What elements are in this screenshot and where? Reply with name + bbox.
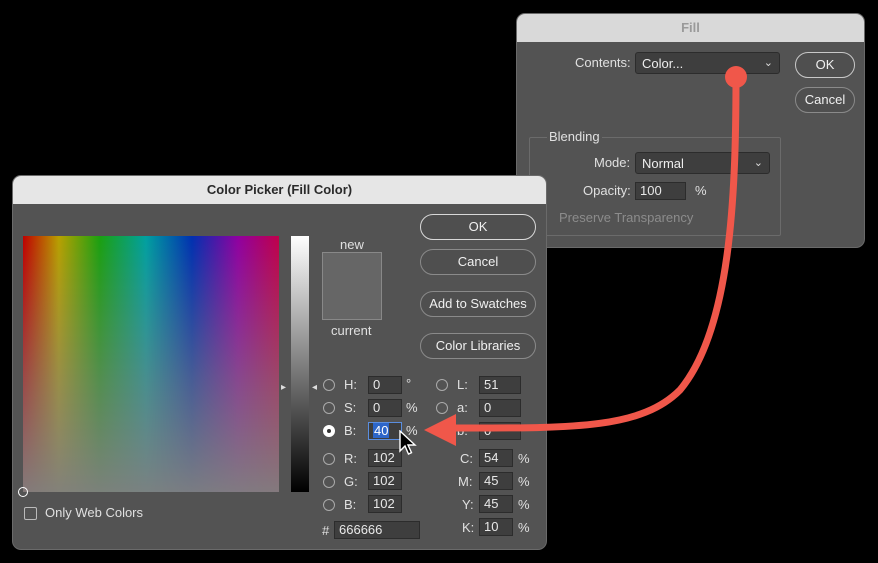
fill-ok-button[interactable]: OK: [795, 52, 855, 78]
only-web-colors-label: Only Web Colors: [45, 505, 144, 520]
only-web-colors-checkbox[interactable]: [24, 507, 37, 520]
add-to-swatches-button[interactable]: Add to Swatches: [420, 291, 536, 317]
b-radio[interactable]: [323, 425, 335, 437]
opacity-label: Opacity:: [583, 183, 631, 198]
c-label: C:: [460, 451, 473, 466]
blue-label: B:: [344, 497, 357, 512]
y-input[interactable]: 45: [479, 495, 513, 513]
lab-b-input[interactable]: 0: [479, 422, 521, 440]
contents-select-value: Color...: [642, 56, 684, 71]
new-color-swatch: [322, 252, 382, 285]
color-picker-title: Color Picker (Fill Color): [13, 176, 546, 204]
m-label: M:: [458, 474, 473, 489]
color-field[interactable]: [18, 236, 279, 497]
m-unit: %: [518, 474, 530, 489]
r-radio[interactable]: [323, 453, 335, 465]
m-input[interactable]: 45: [479, 472, 513, 490]
g-input[interactable]: 102: [368, 472, 402, 490]
c-input[interactable]: 54: [479, 449, 513, 467]
current-label: current: [331, 323, 372, 338]
opacity-unit: %: [695, 183, 707, 198]
chevron-down-icon: ⌄: [763, 57, 773, 69]
color-libraries-button[interactable]: Color Libraries: [420, 333, 536, 359]
mouse-cursor-icon: [399, 430, 417, 455]
s-input[interactable]: 0: [368, 399, 402, 417]
chevron-down-icon: ⌄: [753, 157, 763, 169]
b-label: B:: [344, 423, 357, 438]
a-input[interactable]: 0: [479, 399, 521, 417]
c-unit: %: [518, 451, 530, 466]
picker-cancel-button[interactable]: Cancel: [420, 249, 536, 275]
hex-label: #: [322, 523, 330, 538]
fill-cancel-button[interactable]: Cancel: [795, 87, 855, 113]
fill-dialog-title: Fill: [517, 14, 864, 42]
lab-b-radio[interactable]: [436, 425, 448, 437]
brightness-slider[interactable]: [291, 236, 309, 492]
mode-select[interactable]: Normal ⌄: [635, 152, 770, 174]
g-radio[interactable]: [323, 476, 335, 488]
mode-label: Mode:: [594, 155, 631, 170]
a-radio[interactable]: [436, 402, 448, 414]
new-label: new: [340, 237, 364, 252]
s-radio[interactable]: [323, 402, 335, 414]
mode-select-value: Normal: [642, 156, 684, 171]
l-radio[interactable]: [436, 379, 448, 391]
slider-left-handle-icon[interactable]: ▸: [281, 382, 286, 393]
opacity-input[interactable]: 100: [635, 182, 686, 200]
h-label: H:: [344, 377, 357, 392]
b-input-selection: 40: [373, 423, 390, 438]
preserve-transparency-label: Preserve Transparency: [559, 210, 694, 225]
a-label: a:: [457, 400, 468, 415]
color-field-marker[interactable]: [18, 487, 28, 497]
blue-input[interactable]: 102: [368, 495, 402, 513]
r-label: R:: [344, 451, 357, 466]
l-input[interactable]: 51: [479, 376, 521, 394]
fill-dialog: Fill Contents: Color... ⌄ OK Cancel Blen…: [517, 14, 864, 247]
lab-b-label: b:: [457, 423, 468, 438]
l-label: L:: [457, 377, 468, 392]
current-color-swatch[interactable]: [322, 285, 382, 320]
contents-select[interactable]: Color... ⌄: [635, 52, 780, 74]
y-label: Y:: [462, 497, 474, 512]
h-input[interactable]: 0: [368, 376, 402, 394]
r-input[interactable]: 102: [368, 449, 402, 467]
color-picker-dialog: Color Picker (Fill Color) ▸ ◂ new curren…: [13, 176, 546, 549]
blue-radio[interactable]: [323, 499, 335, 511]
hex-input[interactable]: 666666: [334, 521, 420, 539]
g-label: G:: [344, 474, 358, 489]
s-unit: %: [406, 400, 418, 415]
h-unit: °: [406, 376, 412, 391]
k-unit: %: [518, 520, 530, 535]
s-label: S:: [344, 400, 357, 415]
y-unit: %: [518, 497, 530, 512]
k-input[interactable]: 10: [479, 518, 513, 536]
blending-label: Blending: [547, 129, 602, 144]
slider-right-handle-icon[interactable]: ◂: [312, 382, 317, 393]
k-label: K:: [462, 520, 475, 535]
picker-ok-button[interactable]: OK: [420, 214, 536, 240]
h-radio[interactable]: [323, 379, 335, 391]
contents-label: Contents:: [575, 55, 631, 70]
b-input[interactable]: 40: [368, 422, 402, 440]
